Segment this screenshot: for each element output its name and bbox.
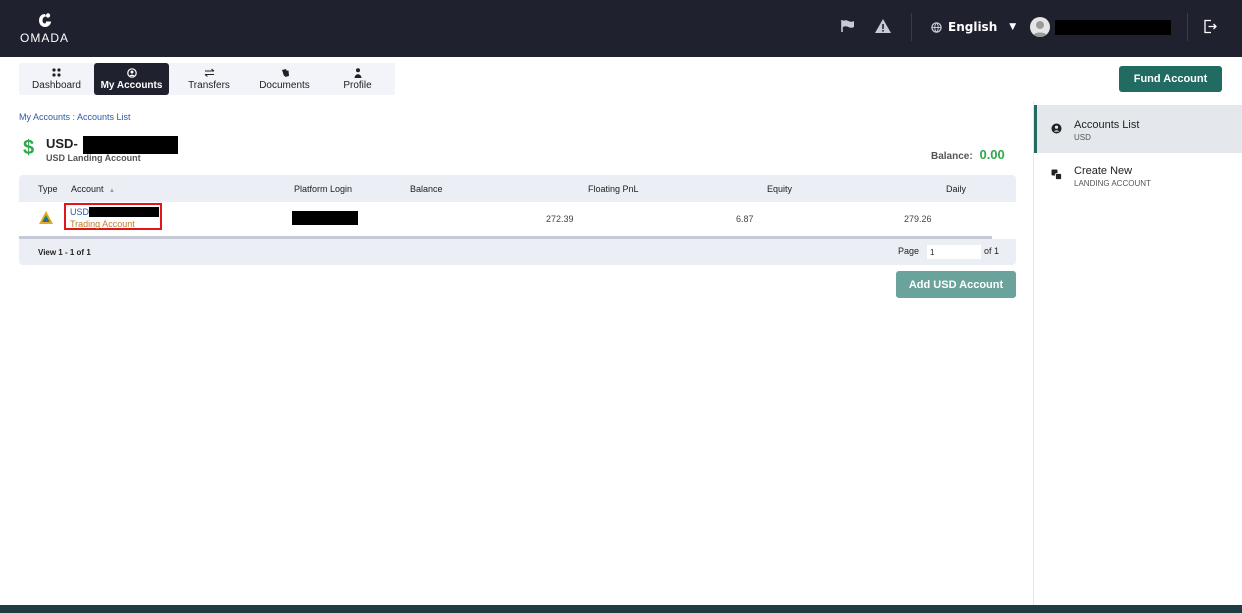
navigation-row: Dashboard My Accounts Transfers Document… xyxy=(0,57,1242,101)
sidebar-item-title: Create New xyxy=(1074,165,1133,177)
language-label: English xyxy=(948,20,998,34)
tab-documents[interactable]: Documents xyxy=(249,63,320,95)
dollar-icon: $ xyxy=(23,137,35,159)
sidebar-item-create-new[interactable]: Create New LANDING ACCOUNT xyxy=(1034,151,1242,199)
account-number-redacted xyxy=(83,136,178,154)
tab-label: Dashboard xyxy=(32,80,81,91)
cell-floating-pnl: 6.87 xyxy=(736,214,754,224)
tab-label: Profile xyxy=(343,80,372,91)
table-row[interactable]: USD- Trading Account 272.39 6.87 279.26 xyxy=(19,202,1016,236)
tab-label: Transfers xyxy=(188,80,230,91)
sidebar-item-subtitle: USD xyxy=(1074,133,1091,142)
right-sidebar: Accounts List USD Create New LANDING ACC… xyxy=(1033,101,1242,605)
column-header-daily[interactable]: Daily xyxy=(946,184,966,194)
language-selector[interactable]: English ▼ xyxy=(931,18,1016,36)
balance-summary: Balance: 0.00 xyxy=(931,147,1005,162)
cell-balance: 272.39 xyxy=(546,214,574,224)
warning-icon[interactable] xyxy=(874,17,892,35)
chevron-down-icon: ▼ xyxy=(1009,22,1017,32)
page-total: of 1 xyxy=(984,246,1000,256)
column-header-balance[interactable]: Balance xyxy=(410,184,443,194)
sort-up-icon: ▲ xyxy=(109,188,115,194)
breadcrumb[interactable]: My Accounts : Accounts List xyxy=(19,112,131,122)
shield-icon xyxy=(1051,123,1062,134)
person-icon xyxy=(354,67,362,78)
sidebar-item-title: Accounts List xyxy=(1074,119,1140,131)
metatrader-icon xyxy=(39,211,53,224)
arrows-swap-icon xyxy=(204,67,215,78)
fund-account-button[interactable]: Fund Account xyxy=(1119,66,1222,92)
bottom-bar xyxy=(0,605,1242,613)
page-number-input[interactable] xyxy=(927,245,981,259)
tab-transfers[interactable]: Transfers xyxy=(169,63,249,95)
globe-icon xyxy=(931,21,942,33)
main-nav-tabs: Dashboard My Accounts Transfers Document… xyxy=(19,63,395,95)
user-circle-icon xyxy=(126,67,137,78)
documents-icon xyxy=(280,67,290,78)
logo-mark-icon xyxy=(39,13,51,27)
sidebar-item-accounts-list[interactable]: Accounts List USD xyxy=(1034,105,1242,153)
balance-value: 0.00 xyxy=(979,147,1005,162)
user-avatar-icon xyxy=(1032,21,1048,37)
user-name-redacted xyxy=(1055,20,1171,35)
tab-label: My Accounts xyxy=(100,80,163,91)
divider xyxy=(1187,13,1188,41)
copy-add-icon xyxy=(1051,169,1062,180)
omada-logo[interactable]: OMADA xyxy=(20,10,80,50)
tab-label: Documents xyxy=(259,80,310,91)
dots-grid-icon xyxy=(52,67,61,78)
column-header-account[interactable]: Account ▲ xyxy=(71,184,115,194)
accounts-table: Type Account ▲ Platform Login Balance Fl… xyxy=(19,175,1016,265)
account-title: USD- xyxy=(46,136,78,151)
tab-profile[interactable]: Profile xyxy=(320,63,395,95)
logo-text: OMADA xyxy=(20,31,70,45)
logout-icon[interactable] xyxy=(1203,19,1217,34)
tab-dashboard[interactable]: Dashboard xyxy=(19,63,94,95)
balance-label: Balance: xyxy=(931,151,973,162)
sidebar-item-subtitle: LANDING ACCOUNT xyxy=(1074,179,1151,188)
column-header-platform-login[interactable]: Platform Login xyxy=(294,184,352,194)
table-header: Type Account ▲ Platform Login Balance Fl… xyxy=(19,175,1016,202)
top-bar: OMADA English ▼ xyxy=(0,0,1242,57)
platform-login-redacted xyxy=(292,211,358,225)
account-subtitle: USD Landing Account xyxy=(46,153,141,163)
account-link-highlight[interactable]: USD- Trading Account xyxy=(64,203,162,230)
tab-my-accounts[interactable]: My Accounts xyxy=(94,63,169,95)
column-header-type[interactable]: Type xyxy=(38,184,58,194)
column-header-floating-pnl[interactable]: Floating PnL xyxy=(588,184,639,194)
table-footer: View 1 - 1 of 1 Page of 1 xyxy=(19,239,1016,265)
avatar[interactable] xyxy=(1030,17,1050,37)
main-content: My Accounts : Accounts List $ USD- USD L… xyxy=(0,101,1033,605)
cell-equity: 279.26 xyxy=(904,214,932,224)
add-usd-account-button[interactable]: Add USD Account xyxy=(896,271,1016,298)
column-header-label: Account xyxy=(71,184,104,194)
page-label: Page xyxy=(898,246,920,256)
account-number-redacted xyxy=(89,207,159,217)
column-header-equity[interactable]: Equity xyxy=(767,184,792,194)
view-count: View 1 - 1 of 1 xyxy=(38,248,91,257)
account-type: Trading Account xyxy=(70,219,135,229)
divider xyxy=(911,13,912,41)
flag-icon[interactable] xyxy=(839,17,857,35)
